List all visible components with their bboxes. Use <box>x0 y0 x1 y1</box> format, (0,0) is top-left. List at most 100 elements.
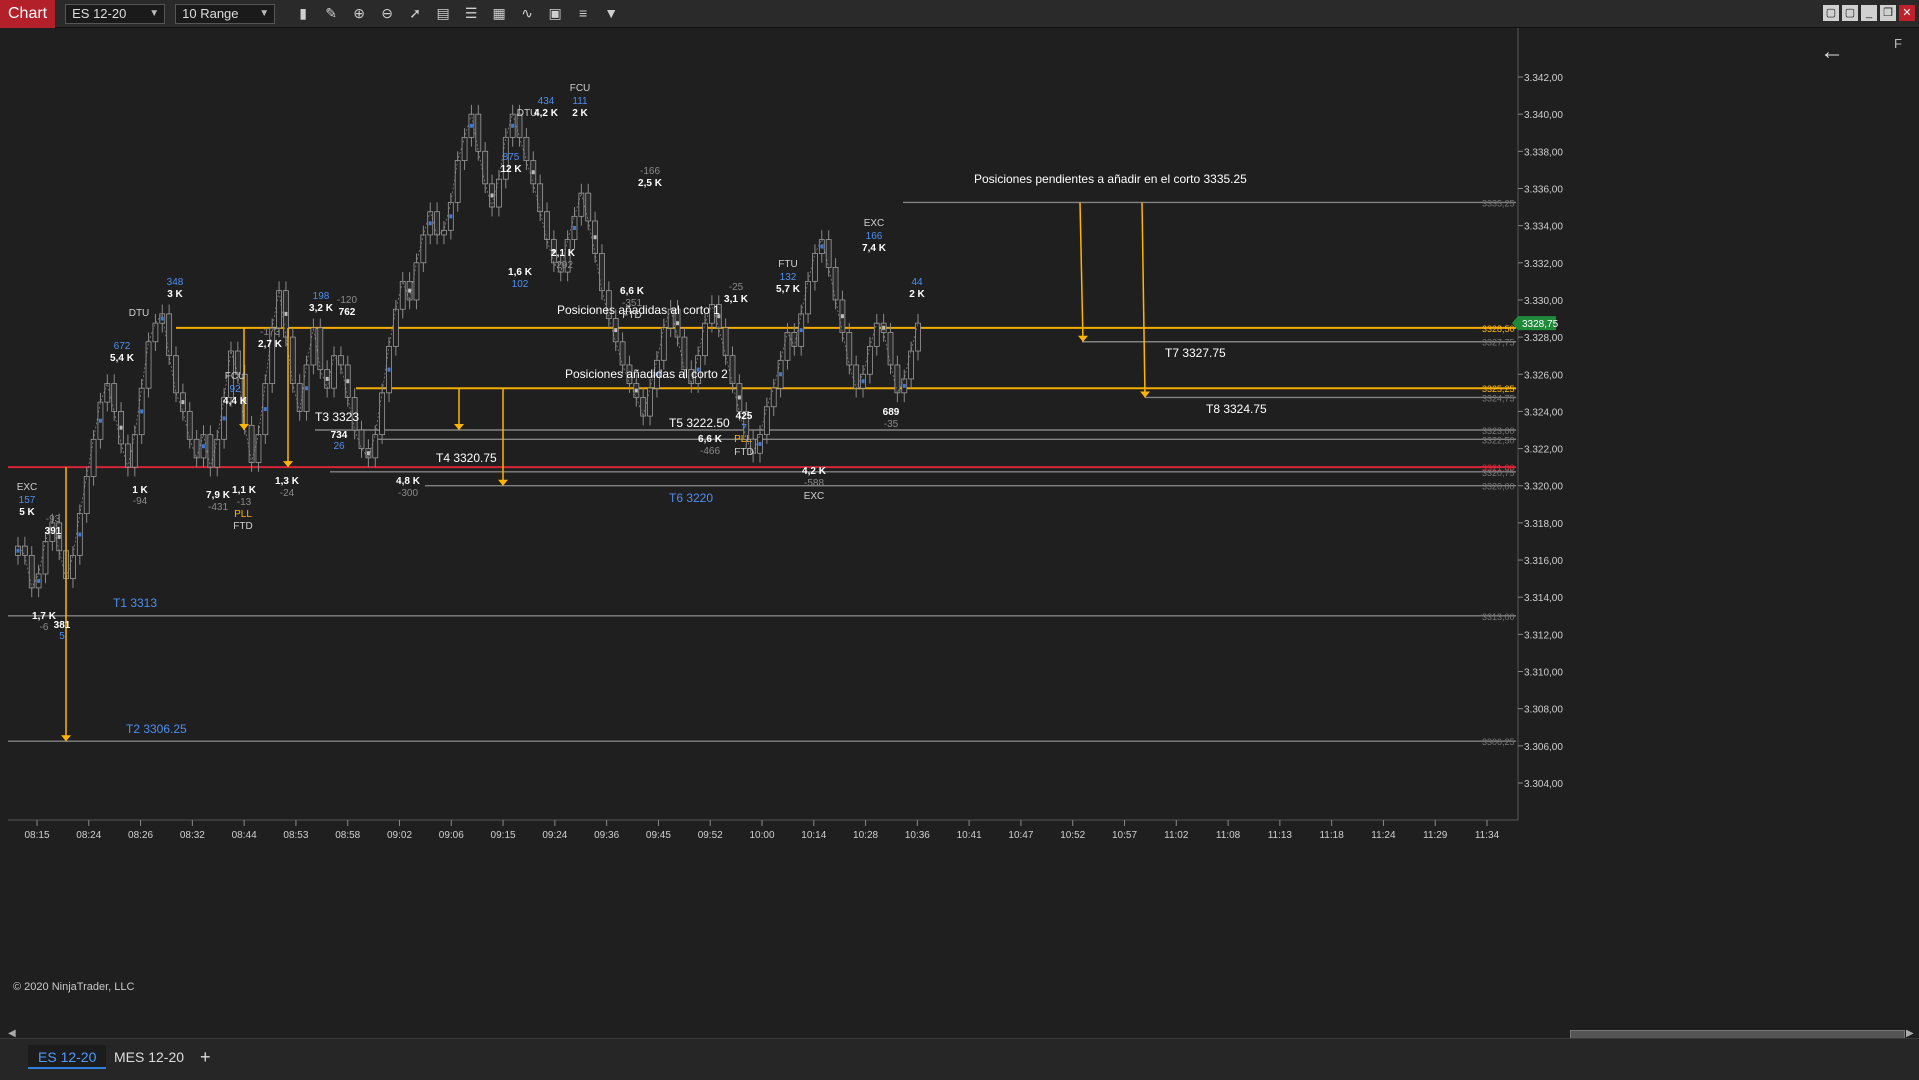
x-tick-label: 10:36 <box>905 830 930 841</box>
bar-annotation: -173 <box>260 327 280 338</box>
candle-body <box>331 355 337 389</box>
y-tick-label: 3.312,00 <box>1524 630 1563 641</box>
filter-icon[interactable]: ▼ <box>597 5 625 22</box>
chart-window: Chart ES 12-20 ▼ 10 Range ▼ ▮ ✎ ⊕ ⊖ ➚ ▤ ☰ ▦ ∿ ▣ ≡ ▼… <box>0 0 1919 1080</box>
tab-es-12-20[interactable]: ES 12-20 <box>28 1045 107 1069</box>
x-tick-label: 11:18 <box>1319 830 1344 841</box>
bar-annotation: -93 <box>46 514 61 525</box>
candle-body <box>276 290 282 329</box>
x-tick-label: 09:45 <box>646 830 671 841</box>
candle-volume-marker <box>305 386 309 391</box>
bar-annotation: 4,4 K <box>223 396 248 407</box>
candle-body <box>681 336 688 371</box>
candle-volume-marker <box>263 407 267 412</box>
candle-body <box>70 555 76 580</box>
bar-annotation: 92 <box>229 384 241 395</box>
bar-annotation: -6 <box>40 622 49 633</box>
properties-icon[interactable]: ☰ <box>457 5 485 22</box>
candle-body <box>578 192 585 217</box>
tab-mes-12-20[interactable]: MES 12-20 <box>104 1045 194 1069</box>
x-tick-label: 11:24 <box>1371 830 1396 841</box>
y-tick-label: 3.326,00 <box>1524 370 1563 381</box>
x-tick-label: 10:00 <box>749 830 774 841</box>
level-price-label: 3327,75 <box>1482 338 1515 348</box>
candle-body <box>413 262 420 301</box>
candle-volume-marker <box>37 578 41 583</box>
x-tick-label: 08:26 <box>128 830 153 841</box>
add-tab-button[interactable]: + <box>190 1045 221 1069</box>
candle-body <box>296 383 303 412</box>
candle-body <box>805 280 811 315</box>
bar-annotation: 2,1 K <box>551 248 576 259</box>
minimize-icon[interactable]: _ <box>1861 5 1877 21</box>
pencil-icon[interactable]: ✎ <box>317 5 345 22</box>
bar-annotation: 166 <box>866 231 883 242</box>
bar-annotation: FTD <box>233 521 252 532</box>
x-tick-label: 09:06 <box>439 830 464 841</box>
candle-body <box>544 211 550 240</box>
x-tick-label: 11:13 <box>1268 830 1293 841</box>
bar-annotation: 5 K <box>19 507 35 518</box>
x-tick-label: 10:14 <box>801 830 826 841</box>
candle-body <box>702 322 708 357</box>
x-tick-label: 10:52 <box>1060 830 1085 841</box>
bar-annotation: -588 <box>804 478 824 489</box>
f-label[interactable]: F <box>1894 36 1902 51</box>
candle-body <box>660 327 667 361</box>
chart-area[interactable]: 3.342,00 3.340,00 3.338,00 3.336,00 3.334,00… <box>0 28 1919 1043</box>
candle-body <box>125 443 131 468</box>
strategies-icon[interactable]: ∿ <box>513 5 541 22</box>
bar-annotation: 4,2 K <box>534 108 559 119</box>
bar-annotation: -166 <box>640 166 660 177</box>
candle-volume-marker <box>387 367 391 372</box>
close-icon[interactable]: ✕ <box>1899 5 1915 21</box>
bar-annotation: 7 <box>741 423 747 434</box>
copyright-text: © 2020 NinjaTrader, LLC <box>13 981 135 993</box>
candle-body <box>207 434 214 468</box>
y-tick-label: 3.330,00 <box>1524 296 1563 307</box>
price-chart[interactable]: 3.342,00 3.340,00 3.338,00 3.336,00 3.334,00… <box>0 28 1919 1038</box>
candle-body <box>812 253 818 282</box>
bar-annotation: 391 <box>45 526 62 537</box>
bar-annotation: 102 <box>512 279 529 290</box>
target-label: T3 3323 <box>315 410 359 424</box>
bar-annotation: -431 <box>208 502 228 513</box>
chart-tab[interactable]: Chart <box>0 0 56 28</box>
bar-annotation: FTU <box>778 259 797 270</box>
candle-body <box>338 355 344 366</box>
candle-body <box>640 397 647 417</box>
restore-icon[interactable]: ❐ <box>1880 5 1896 21</box>
indicators-icon[interactable]: ▦ <box>485 5 513 22</box>
back-arrow-icon[interactable]: ← <box>1820 38 1844 66</box>
x-tick-label: 08:58 <box>335 830 360 841</box>
bar-annotation: 1,6 K <box>508 267 533 278</box>
bar-annotation: 3,2 K <box>309 303 334 314</box>
zoom-out-icon[interactable]: ⊖ <box>373 5 401 22</box>
candle-body <box>145 341 152 389</box>
chart-tabs-bar: ES 12-20 MES 12-20 + <box>0 1038 1919 1080</box>
zoom-in-icon[interactable]: ⊕ <box>345 5 373 22</box>
target-label: T2 3306.25 <box>126 722 187 736</box>
list-icon[interactable]: ≡ <box>569 5 597 22</box>
candle-body <box>420 234 427 264</box>
y-tick-label: 3.328,00 <box>1524 333 1563 344</box>
templates-icon[interactable]: ▣ <box>541 5 569 22</box>
candle-body <box>908 350 915 380</box>
y-tick-label: 3.314,00 <box>1524 593 1563 604</box>
y-tick-label: 3.336,00 <box>1524 184 1563 195</box>
candle-body <box>763 406 770 436</box>
last-price-label: 3328,75 <box>1522 319 1559 330</box>
tile-icon[interactable]: ▢ <box>1842 5 1858 21</box>
data-box-icon[interactable]: ▤ <box>429 5 457 22</box>
candle-body <box>523 136 530 162</box>
tile-icon[interactable]: ▢ <box>1823 5 1839 21</box>
bar-annotation: -292 <box>553 260 573 271</box>
instrument-select[interactable]: ES 12-20 ▼ <box>65 3 166 24</box>
level-price-label: 3306,25 <box>1482 737 1515 747</box>
pointer-icon[interactable]: ➚ <box>401 5 429 22</box>
period-select[interactable]: 10 Range ▼ <box>175 3 276 24</box>
y-tick-label: 3.324,00 <box>1524 407 1563 418</box>
toolbar-icons: ▮ ✎ ⊕ ⊖ ➚ ▤ ☰ ▦ ∿ ▣ ≡ ▼ <box>289 5 625 22</box>
bar-type-icon[interactable]: ▮ <box>289 5 317 22</box>
bar-annotation: 6,6 K <box>620 286 645 297</box>
